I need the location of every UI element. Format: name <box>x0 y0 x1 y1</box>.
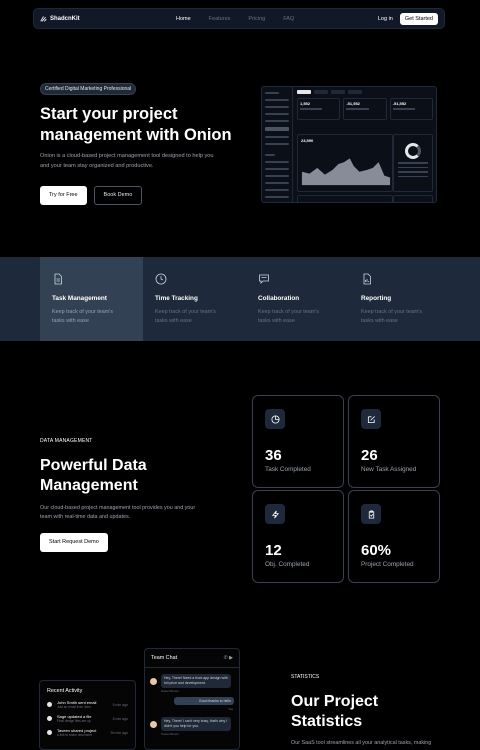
get-started-button[interactable]: Get Started <box>399 12 438 25</box>
clipboard-icon <box>368 509 374 519</box>
activity-sub: Just an email from John <box>57 705 91 709</box>
activity-time: 5 min ago <box>112 716 128 721</box>
zap-icon <box>271 510 279 518</box>
chat-reply-meta: Yes <box>228 707 233 711</box>
avatar <box>47 730 52 735</box>
feature-reporting[interactable]: Reporting Keep track of your team's task… <box>349 257 452 341</box>
statistics-title: Our Project Statistics <box>291 693 379 730</box>
stat-card-project-completed: 60% Project Completed <box>348 490 440 583</box>
dash-value-2: -51,552 <box>346 101 360 106</box>
feature-title: Time Tracking <box>155 295 198 302</box>
chat-reply: Good thanks to hello <box>174 697 234 705</box>
login-link[interactable]: Log in <box>378 16 393 22</box>
feature-task-management[interactable]: Task Management Keep track of your team'… <box>40 257 143 341</box>
hero-title: Start your project management with Onion <box>40 105 232 144</box>
team-chat-card: Team Chat ✆ ▶ Hey, There! Need a front-a… <box>144 648 240 750</box>
chat-bubble: Hey, There! I can't very busy, that's wh… <box>161 717 231 731</box>
list-item[interactable]: Taveen shared project A link to share doc… <box>47 728 128 737</box>
hero-badge: Certified Digital Marketing Professional <box>40 83 137 95</box>
avatar <box>47 716 52 721</box>
chat-sender: Susan Brown <box>161 732 179 736</box>
logo-icon <box>40 16 47 22</box>
try-free-button[interactable]: Try for Free <box>40 186 87 205</box>
feature-desc: Keep track of your team's tasks with eas… <box>52 309 113 324</box>
request-demo-button[interactable]: Start Request Demo <box>40 533 108 552</box>
report-icon <box>363 273 371 285</box>
stat-label: New Task Assigned <box>361 466 417 473</box>
feature-time-tracking[interactable]: Time Tracking Keep track of your team's … <box>143 257 246 341</box>
avatar <box>47 702 52 707</box>
statistics-description: Our SaaS tool streamlines all your analy… <box>291 740 432 746</box>
nav-links: Home Features Pricing FAQ <box>176 16 294 22</box>
activity-sub: Final design files are up <box>57 719 91 723</box>
stat-label: Obj. Completed <box>265 561 310 568</box>
stat-value: 60% <box>361 542 392 559</box>
stat-label: Task Completed <box>265 466 311 473</box>
brand[interactable]: ShadcnKit <box>40 15 80 22</box>
chat-message: Hey, There! Need a front-app design with… <box>150 674 234 693</box>
activity-time: 5h min ago <box>110 730 128 735</box>
file-icon <box>54 273 62 285</box>
dashboard-sidebar <box>262 87 293 202</box>
data-management-description: Our cloud-based project management tool … <box>40 505 196 520</box>
feature-desc: Keep track of your team's tasks with eas… <box>155 309 216 324</box>
dashboard-preview: 1,552 -51,552 -51,552 23,590 <box>261 86 437 203</box>
chat-sender: Susan Brown <box>161 689 179 693</box>
message-icon <box>259 274 269 284</box>
stat-card-objectives: 12 Obj. Completed <box>252 490 344 583</box>
activity-time: 5 min ago <box>112 702 128 707</box>
edit-icon <box>367 415 375 423</box>
dashboard-donut <box>393 134 433 192</box>
hero-description: Onion is a cloud-based project managemen… <box>40 153 214 169</box>
avatar <box>150 721 157 728</box>
stat-card-new-tasks: 26 New Task Assigned <box>348 395 440 488</box>
feature-title: Collaboration <box>258 295 300 302</box>
book-demo-button[interactable]: Book Demo <box>93 186 143 205</box>
dash-value-1: 1,552 <box>300 101 311 106</box>
nav-link-home[interactable]: Home <box>176 16 191 22</box>
feature-desc: Keep track of your team's tasks with eas… <box>258 309 319 324</box>
dashboard-area-chart: 23,590 <box>297 134 393 192</box>
feature-title: Task Management <box>52 295 107 302</box>
features-band: Task Management Keep track of your team'… <box>0 257 480 341</box>
nav-link-features[interactable]: Features <box>209 16 231 22</box>
feature-collaboration[interactable]: Collaboration Keep track of your team's … <box>246 257 349 341</box>
stat-value: 36 <box>265 447 282 464</box>
feature-desc: Keep track of your team's tasks with eas… <box>361 309 422 324</box>
stat-value: 12 <box>265 542 282 559</box>
chat-message: Hey, There! I can't very busy, that's wh… <box>150 717 234 736</box>
recent-activity-card: Recent Activity John Smith sent email Jus… <box>39 680 136 750</box>
recent-activity-title: Recent Activity <box>47 688 83 694</box>
avatar <box>150 678 157 685</box>
phone-icon[interactable]: ✆ ▶ <box>224 655 233 661</box>
clock-icon <box>155 273 167 285</box>
stat-label: Project Completed <box>361 561 414 568</box>
brand-name: ShadcnKit <box>50 15 80 22</box>
nav-link-pricing[interactable]: Pricing <box>248 16 265 22</box>
statistics-kicker: STATISTICS <box>291 674 320 680</box>
list-item[interactable]: John Smith sent email Just an email from … <box>47 700 128 709</box>
chat-bubble: Hey, There! Need a front-app design with… <box>161 674 231 688</box>
pie-chart-icon <box>270 414 280 424</box>
stat-card-tasks-completed: 36 Task Completed <box>252 395 344 488</box>
data-management-kicker: DATA MANAGEMENT <box>40 438 93 444</box>
activity-sub: A link to share document <box>57 733 92 737</box>
team-chat-title: Team Chat <box>151 655 178 661</box>
list-item[interactable]: Sage updated a file Final design files ar… <box>47 714 128 723</box>
dash-value-3: -51,552 <box>392 101 407 106</box>
feature-title: Reporting <box>361 295 392 302</box>
nav-link-faq[interactable]: FAQ <box>283 16 294 22</box>
stat-value: 26 <box>361 447 378 464</box>
data-management-title: Powerful Data Management <box>40 457 147 494</box>
top-navbar: ShadcnKit Home Features Pricing FAQ Log … <box>33 8 445 29</box>
